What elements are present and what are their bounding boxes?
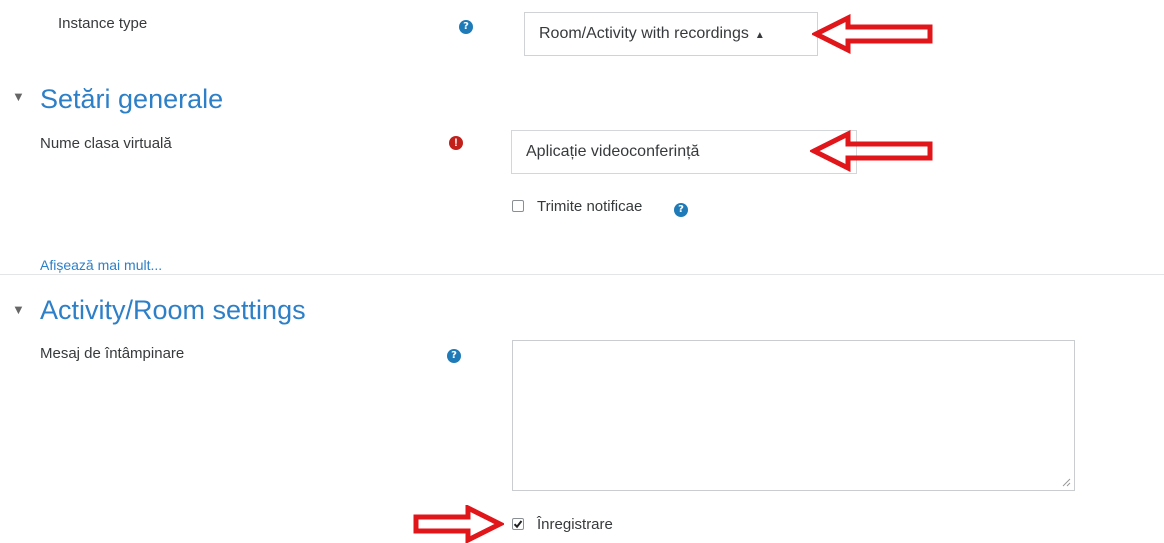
show-more-link[interactable]: Afișează mai mult... (40, 257, 162, 273)
check-icon (513, 520, 523, 529)
question-circle-icon[interactable]: ? (447, 349, 461, 363)
annotation-arrow-left-icon (810, 130, 933, 172)
notify-label: Trimite notificae (537, 198, 643, 215)
instance-type-select[interactable]: Room/Activity with recordings ▲︎ (524, 12, 818, 56)
question-circle-icon[interactable]: ? (674, 203, 688, 217)
welcome-message-label: Mesaj de întâmpinare (40, 345, 185, 362)
resize-grip-icon[interactable] (1061, 477, 1071, 487)
virtual-class-name-label: Nume clasa virtuală (40, 135, 172, 152)
question-circle-icon[interactable]: ? (459, 20, 473, 34)
section-divider (0, 274, 1164, 275)
recording-label: Înregistrare (537, 516, 613, 533)
annotation-arrow-left-icon (812, 14, 933, 54)
notify-checkbox[interactable] (512, 200, 524, 212)
collapse-triangle-icon[interactable]: ▼ (12, 89, 25, 104)
recording-checkbox[interactable] (512, 518, 524, 530)
collapse-triangle-icon[interactable]: ▼ (12, 302, 25, 317)
chevron-updown-icon: ▲︎ (754, 30, 765, 41)
annotation-arrow-right-icon (413, 505, 504, 543)
welcome-message-textarea[interactable] (512, 340, 1075, 491)
instance-type-label: Instance type (58, 15, 148, 32)
section-title-general[interactable]: Setări generale (40, 84, 223, 115)
section-title-room-settings[interactable]: Activity/Room settings (40, 295, 306, 326)
exclamation-circle-icon: ! (449, 136, 463, 150)
virtual-class-name-input[interactable]: Aplicație videoconferință (511, 130, 857, 174)
instance-type-select-value: Room/Activity with recordings (539, 25, 749, 42)
